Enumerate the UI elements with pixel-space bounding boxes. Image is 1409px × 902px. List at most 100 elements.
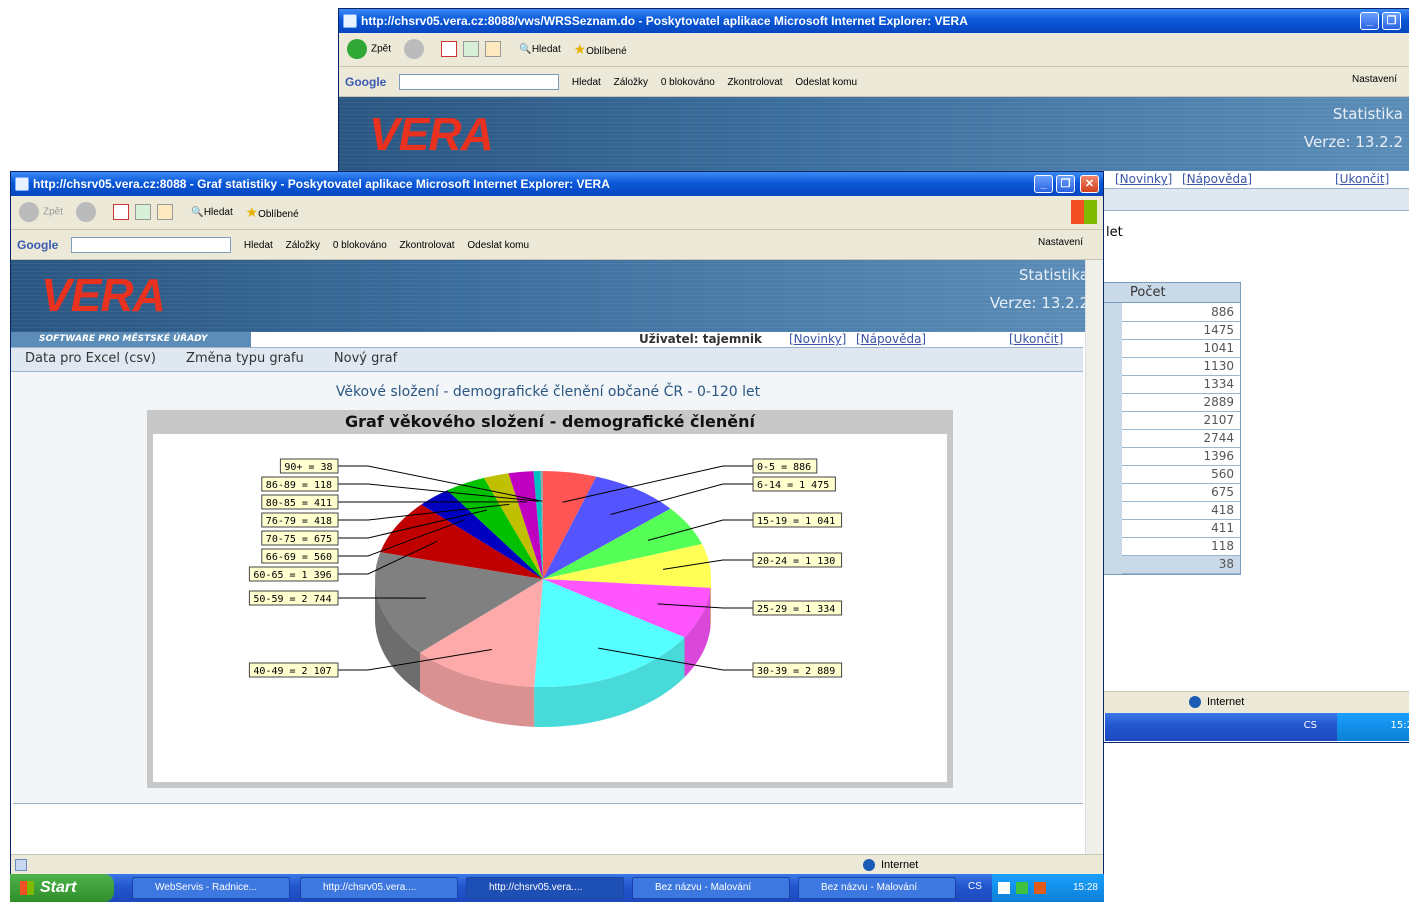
- scrollbar[interactable]: [1085, 260, 1103, 854]
- vera-logo: VERA: [369, 107, 493, 161]
- settings-button[interactable]: Nastavení: [1352, 74, 1397, 85]
- change-type-menu-item[interactable]: Změna typu grafu: [186, 351, 304, 366]
- windows-logo-icon: [20, 881, 34, 895]
- count-cell: 38: [1113, 555, 1240, 573]
- data-label: 76-79 = 418: [266, 516, 332, 527]
- count-row: 1475: [1113, 321, 1240, 339]
- search-button[interactable]: Hledat: [204, 207, 233, 218]
- help-link[interactable]: [Nápověda]: [1182, 172, 1252, 186]
- start-button[interactable]: Start: [10, 874, 114, 902]
- count-cell: 1396: [1113, 447, 1240, 465]
- user-label: Uživatel: tajemnik: [639, 332, 762, 346]
- favorites-button[interactable]: Oblíbené: [586, 46, 627, 57]
- back-arrow-icon[interactable]: [347, 39, 367, 59]
- bookmarks-button[interactable]: Záložky: [286, 240, 320, 251]
- spellcheck-button[interactable]: Zkontrolovat: [728, 77, 783, 88]
- windows-flag-icon: [1071, 200, 1097, 224]
- count-row: 560: [1113, 465, 1240, 483]
- count-cell: 560: [1113, 465, 1240, 483]
- count-row: 418: [1113, 501, 1240, 519]
- count-row: 1334: [1113, 375, 1240, 393]
- home-icon[interactable]: [157, 204, 173, 220]
- task-item[interactable]: WebServis - Radnice...: [132, 877, 290, 899]
- popup-blocked-button[interactable]: 0 blokováno: [661, 77, 715, 88]
- forward-arrow-icon[interactable]: [404, 39, 424, 59]
- count-row: 118: [1113, 537, 1240, 555]
- zone-label: Internet: [881, 859, 918, 871]
- back-button[interactable]: Zpět: [43, 207, 63, 218]
- popup-blocked-button[interactable]: 0 blokováno: [333, 240, 387, 251]
- data-label: 90+ = 38: [284, 462, 332, 473]
- google-search-input[interactable]: [71, 237, 231, 253]
- count-table: Počet 8861475104111301334288921072744139…: [1103, 282, 1241, 575]
- page-heading: Věkové složení - demografické členění ob…: [13, 384, 1083, 400]
- back-button[interactable]: Zpět: [371, 44, 391, 55]
- google-search-button[interactable]: Hledat: [244, 240, 273, 251]
- task-item[interactable]: Bez názvu - Malování: [798, 877, 956, 899]
- google-search-input[interactable]: [399, 74, 559, 90]
- count-row: 411: [1113, 519, 1240, 537]
- language-indicator[interactable]: CS: [968, 881, 982, 892]
- statistika-label: Statistika: [1333, 105, 1403, 123]
- front-browser-window[interactable]: http://chsrv05.vera.cz:8088 - Graf stati…: [10, 171, 1104, 876]
- maximize-button[interactable]: ❐: [1056, 175, 1075, 193]
- quit-link[interactable]: [Ukončit]: [1009, 332, 1063, 346]
- back-taskbar: CS 15:2: [1105, 713, 1409, 741]
- news-link[interactable]: [Novinky]: [1115, 172, 1172, 186]
- task-item-active[interactable]: http://chsrv05.vera....: [466, 877, 624, 899]
- globe-icon: [863, 859, 875, 871]
- stop-icon[interactable]: [441, 41, 457, 57]
- settings-button[interactable]: Nastavení: [1038, 237, 1083, 248]
- data-label: 66-69 = 560: [266, 552, 332, 563]
- task-item[interactable]: http://chsrv05.vera....: [300, 877, 458, 899]
- taskbar: Start WebServis - Radnice... http://chsr…: [10, 874, 1104, 902]
- count-cell: 2107: [1113, 411, 1240, 429]
- front-user-bar: SOFTWARE PRO MĚSTSKÉ ÚŘADY Uživatel: taj…: [11, 332, 1083, 348]
- tagline: SOFTWARE PRO MĚSTSKÉ ÚŘADY: [11, 332, 251, 347]
- version-label: Verze: 13.2.2: [990, 294, 1089, 312]
- refresh-icon[interactable]: [463, 41, 479, 57]
- search-icon: 🔍: [519, 44, 531, 55]
- tray-icons: [998, 882, 1046, 894]
- back-title-bar[interactable]: http://chsrv05.vera.cz:8088/vws/WRSSezna…: [339, 9, 1409, 33]
- back-lang[interactable]: CS: [1304, 720, 1317, 731]
- help-link[interactable]: [Nápověda]: [856, 332, 926, 346]
- favorites-button[interactable]: Oblíbené: [258, 209, 299, 220]
- minimize-button[interactable]: _: [1360, 12, 1379, 30]
- maximize-button[interactable]: ❐: [1382, 12, 1401, 30]
- back-arrow-icon[interactable]: [19, 202, 39, 222]
- clock: 15:28: [1073, 874, 1098, 902]
- front-window-title: http://chsrv05.vera.cz:8088 - Graf stati…: [33, 177, 610, 191]
- data-label: 30-39 = 2 889: [757, 666, 835, 677]
- task-item[interactable]: Bez názvu - Malování: [632, 877, 790, 899]
- home-icon[interactable]: [485, 41, 501, 57]
- data-label: 20-24 = 1 130: [757, 556, 835, 567]
- star-icon: ★: [574, 41, 587, 57]
- minimize-button[interactable]: _: [1034, 175, 1053, 193]
- search-button[interactable]: Hledat: [532, 44, 561, 55]
- data-label: 50-59 = 2 744: [253, 594, 331, 605]
- ie-icon: [343, 14, 357, 28]
- count-row: 38: [1113, 555, 1240, 573]
- send-to-button[interactable]: Odeslat komu: [467, 240, 529, 251]
- bookmarks-button[interactable]: Záložky: [614, 77, 648, 88]
- send-to-button[interactable]: Odeslat komu: [795, 77, 857, 88]
- front-google-bar: Google Hledat Záložky 0 blokováno Zkontr…: [11, 230, 1103, 260]
- count-cell: 886: [1113, 303, 1240, 321]
- front-title-bar[interactable]: http://chsrv05.vera.cz:8088 - Graf stati…: [11, 172, 1103, 196]
- count-cell: 1334: [1113, 375, 1240, 393]
- back-partial-heading: let: [1106, 225, 1123, 240]
- stop-icon[interactable]: [113, 204, 129, 220]
- new-chart-menu-item[interactable]: Nový graf: [334, 351, 397, 366]
- excel-menu-item[interactable]: Data pro Excel (csv): [25, 351, 156, 366]
- spellcheck-button[interactable]: Zkontrolovat: [400, 240, 455, 251]
- google-search-button[interactable]: Hledat: [572, 77, 601, 88]
- back-banner: VERA Statistika Verze: 13.2.2: [339, 97, 1409, 171]
- news-link[interactable]: [Novinky]: [789, 332, 846, 346]
- count-cell: 2889: [1113, 393, 1240, 411]
- close-button[interactable]: ✕: [1080, 175, 1099, 193]
- quit-link[interactable]: [Ukončit]: [1335, 172, 1389, 186]
- forward-arrow-icon[interactable]: [76, 202, 96, 222]
- refresh-icon[interactable]: [135, 204, 151, 220]
- statistika-label: Statistika: [1019, 266, 1089, 284]
